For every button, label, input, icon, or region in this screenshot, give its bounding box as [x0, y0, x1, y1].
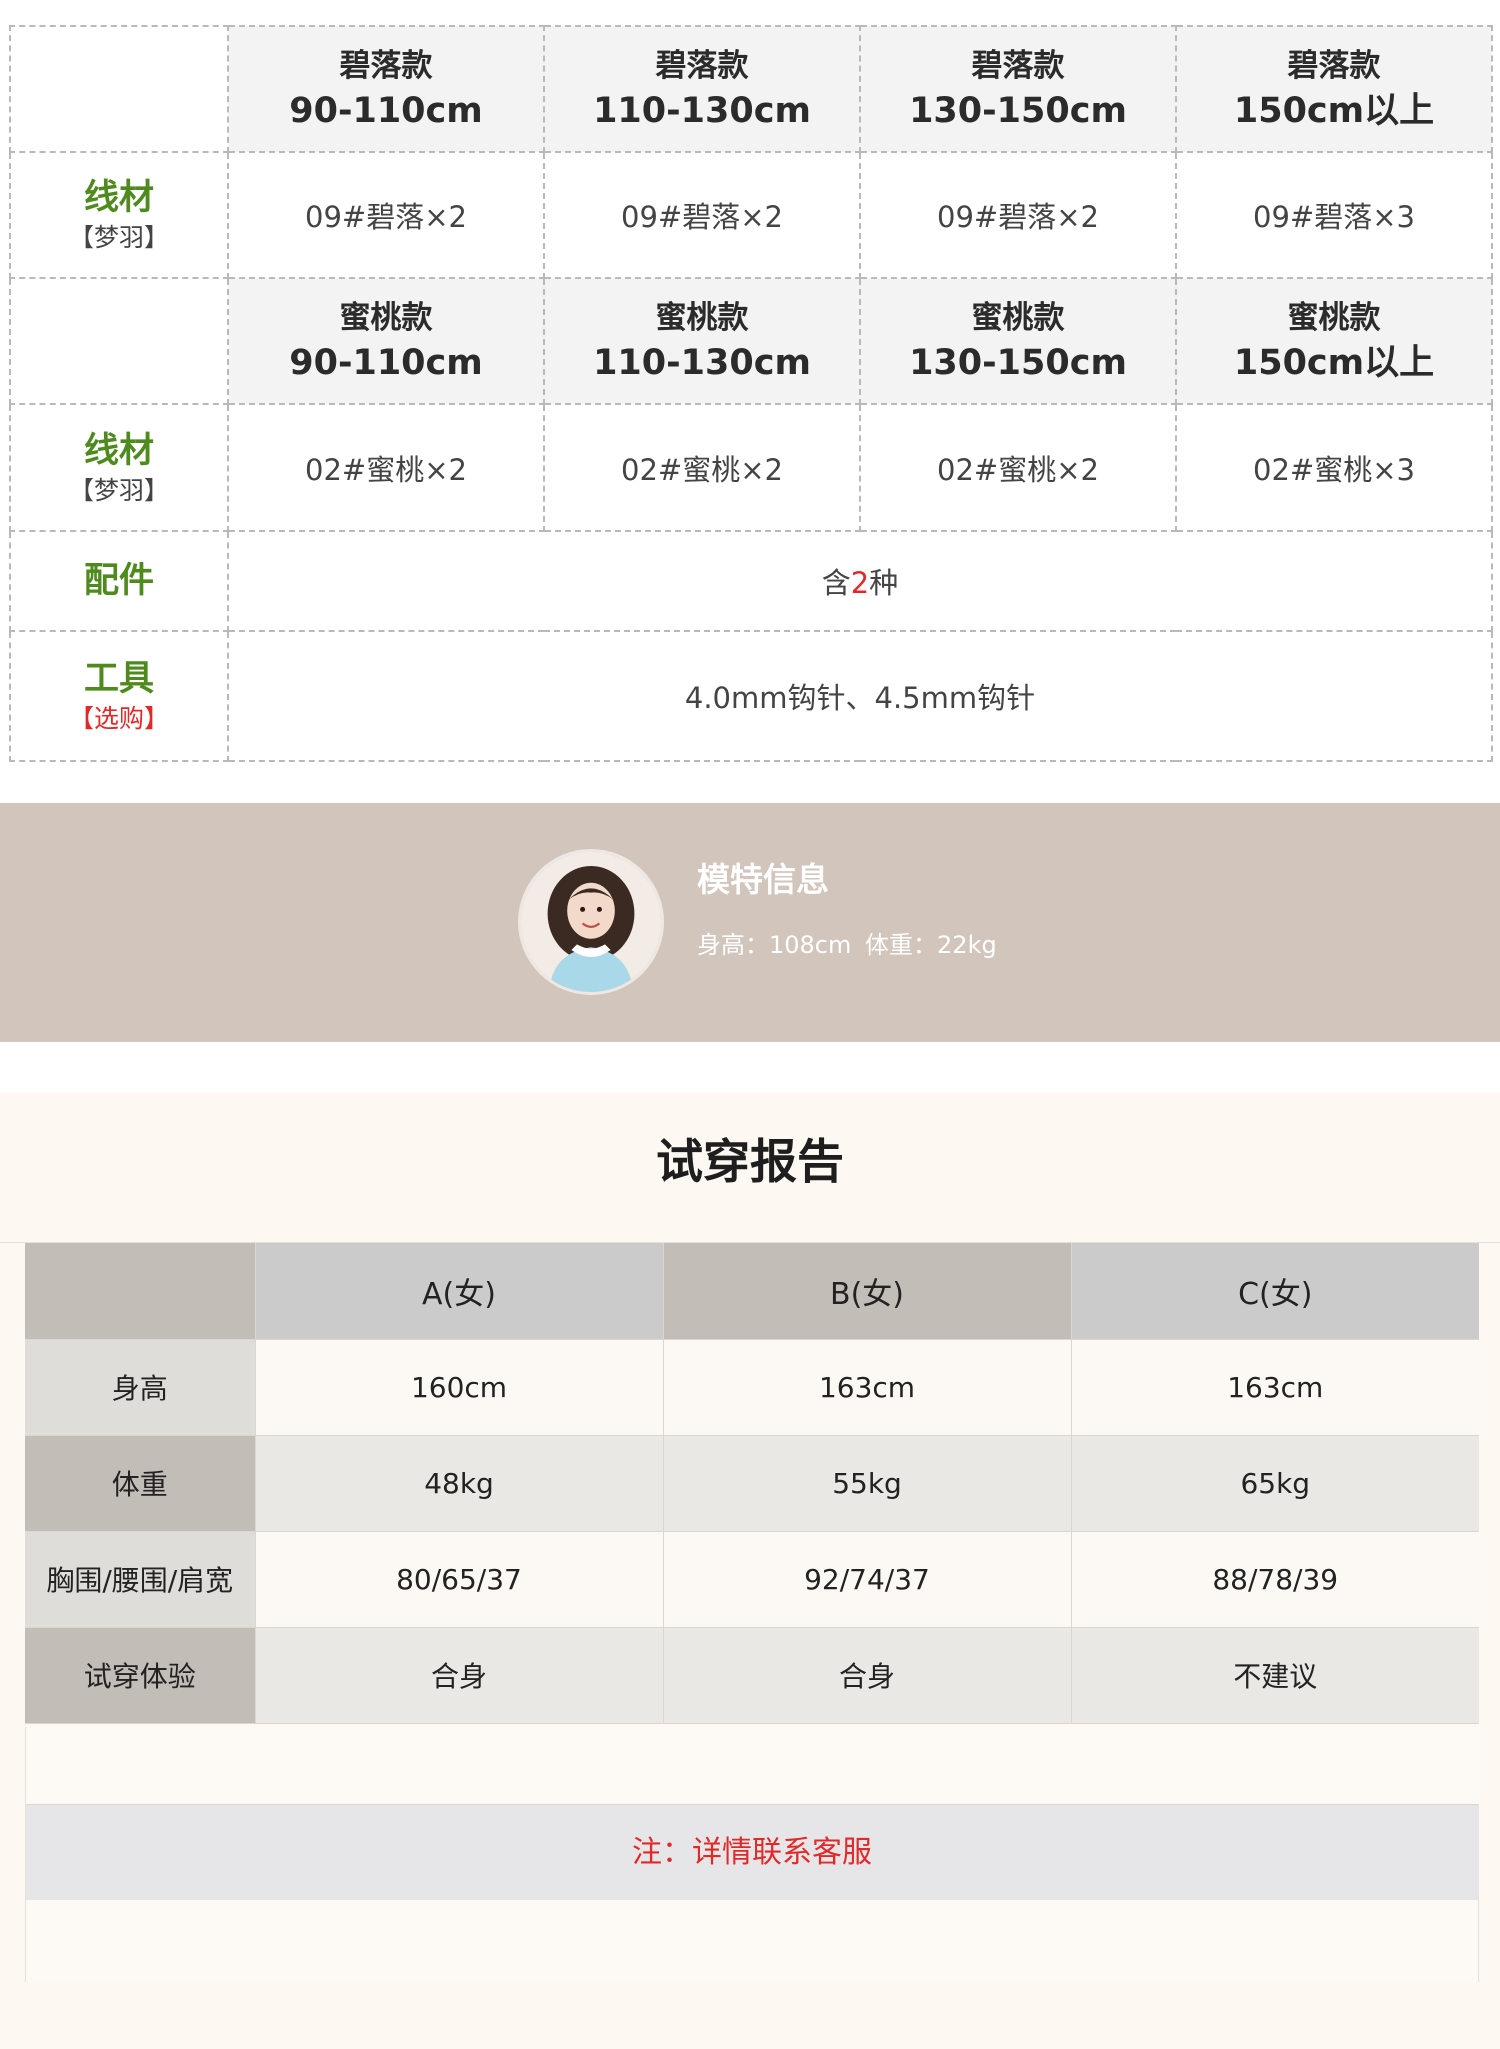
yarn-sublabel: 【梦羽】: [68, 475, 169, 505]
size-range: 130-150cm: [909, 91, 1127, 131]
row-label: 配件: [9, 530, 229, 632]
empty-cell: [9, 277, 229, 405]
divider: [25, 1727, 26, 1982]
contact-note: 注：详情联系客服: [25, 1805, 1479, 1900]
accessories-prefix: 含: [821, 566, 851, 600]
table-cell: 65kg: [1071, 1435, 1479, 1532]
size-range: 130-150cm: [909, 343, 1127, 383]
accessories-row: 配件 含2种: [9, 530, 1493, 632]
yarn-sublabel: 【梦羽】: [68, 223, 169, 252]
table-cell: 55kg: [663, 1435, 1072, 1532]
row-header: 体重: [25, 1435, 256, 1532]
accessories-suffix: 种: [869, 566, 899, 600]
table-cell: 80/65/37: [255, 1531, 664, 1628]
report-title: 试穿报告: [0, 1093, 1500, 1243]
size-range: 110-130cm: [593, 91, 811, 131]
yarn-value: 09#碧落×3: [1175, 151, 1493, 279]
model-avatar: [518, 849, 664, 995]
table-cell: 48kg: [255, 1435, 664, 1532]
size-header: 蜜桃款 90-110cm: [227, 277, 545, 405]
size-header: 碧落款 150cm以上: [1175, 25, 1493, 153]
style-name: 蜜桃款: [655, 300, 749, 336]
model-weight: 体重：22kg: [865, 931, 997, 959]
bilu-header-row: 碧落款 90-110cm 碧落款 110-130cm 碧落款 130-150cm…: [9, 25, 1493, 153]
tools-row: 工具 【选购】 4.0mm钩针、4.5mm钩针: [9, 630, 1493, 762]
accessories-label: 配件: [83, 561, 154, 601]
size-range: 90-110cm: [289, 91, 483, 131]
tools-value: 4.0mm钩针、4.5mm钩针: [227, 630, 1493, 762]
size-header: 蜜桃款 110-130cm: [543, 277, 861, 405]
yarn-value: 02#蜜桃×3: [1175, 403, 1493, 532]
table-cell: 163cm: [663, 1339, 1072, 1436]
table-cell: 合身: [255, 1627, 664, 1724]
bilu-yarn-row: 线材 【梦羽】 09#碧落×2 09#碧落×2 09#碧落×2 09#碧落×3: [9, 151, 1493, 279]
table-cell: 163cm: [1071, 1339, 1479, 1436]
mitao-yarn-row: 线材 【梦羽】 02#蜜桃×2 02#蜜桃×2 02#蜜桃×2 02#蜜桃×3: [9, 403, 1493, 532]
size-range: 110-130cm: [593, 343, 811, 383]
yarn-value: 09#碧落×2: [859, 151, 1177, 279]
yarn-value: 02#蜜桃×2: [543, 403, 861, 532]
column-header: B(女): [663, 1243, 1072, 1340]
materials-table: 碧落款 90-110cm 碧落款 110-130cm 碧落款 130-150cm…: [9, 25, 1493, 762]
size-header: 碧落款 110-130cm: [543, 25, 861, 153]
report-table: A(女) B(女) C(女) 身高 160cm 163cm 163cm 体重 4…: [25, 1243, 1479, 1724]
style-name: 蜜桃款: [971, 300, 1065, 336]
style-name: 碧落款: [339, 48, 433, 84]
column-header: C(女): [1071, 1243, 1479, 1340]
row-label: 工具 【选购】: [9, 630, 229, 762]
yarn-label: 线材: [83, 178, 154, 218]
style-name: 碧落款: [971, 48, 1065, 84]
row-header: 胸围/腰围/肩宽: [25, 1531, 256, 1628]
row-label: 线材 【梦羽】: [9, 151, 229, 279]
table-cell: 88/78/39: [1071, 1531, 1479, 1628]
size-header: 碧落款 130-150cm: [859, 25, 1177, 153]
table-row: 试穿体验 合身 合身 不建议: [25, 1627, 1479, 1724]
accessories-count: 2: [850, 566, 870, 600]
tools-sublabel: 【选购】: [68, 704, 169, 733]
model-info-band: 模特信息 身高：108cm 体重：22kg: [0, 803, 1500, 1042]
mitao-header-row: 蜜桃款 90-110cm 蜜桃款 110-130cm 蜜桃款 130-150cm…: [9, 277, 1493, 405]
yarn-value: 09#碧落×2: [227, 151, 545, 279]
size-range: 150cm以上: [1233, 91, 1435, 131]
tools-label: 工具: [83, 659, 154, 699]
table-cell: 不建议: [1071, 1627, 1479, 1724]
report-header-row: A(女) B(女) C(女): [25, 1243, 1479, 1340]
size-header: 碧落款 90-110cm: [227, 25, 545, 153]
style-name: 蜜桃款: [339, 300, 433, 336]
size-range: 90-110cm: [289, 343, 483, 383]
table-row: 胸围/腰围/肩宽 80/65/37 92/74/37 88/78/39: [25, 1531, 1479, 1628]
size-header: 蜜桃款 150cm以上: [1175, 277, 1493, 405]
size-range: 150cm以上: [1233, 343, 1435, 383]
yarn-value: 02#蜜桃×2: [859, 403, 1177, 532]
style-name: 碧落款: [1287, 48, 1381, 84]
blank-row: [25, 1727, 1479, 1805]
blank-row: [25, 1900, 1479, 1982]
yarn-label: 线材: [83, 430, 154, 471]
table-row: 身高 160cm 163cm 163cm: [25, 1339, 1479, 1436]
yarn-value: 02#蜜桃×2: [227, 403, 545, 532]
model-measurements: 身高：108cm 体重：22kg: [697, 925, 1003, 960]
row-header: 试穿体验: [25, 1627, 256, 1724]
corner-cell: [25, 1243, 256, 1340]
table-cell: 92/74/37: [663, 1531, 1072, 1628]
row-header: 身高: [25, 1339, 256, 1436]
style-name: 蜜桃款: [1287, 300, 1381, 336]
table-row: 体重 48kg 55kg 65kg: [25, 1435, 1479, 1532]
model-height: 身高：108cm: [697, 931, 852, 959]
accessories-value: 含2种: [227, 530, 1493, 632]
child-portrait-icon: [521, 852, 661, 992]
yarn-value: 09#碧落×2: [543, 151, 861, 279]
empty-cell: [9, 25, 229, 153]
model-title: 模特信息: [697, 860, 829, 899]
column-header: A(女): [255, 1243, 664, 1340]
row-label: 线材 【梦羽】: [9, 403, 229, 532]
size-header: 蜜桃款 130-150cm: [859, 277, 1177, 405]
table-cell: 160cm: [255, 1339, 664, 1436]
table-cell: 合身: [663, 1627, 1072, 1724]
style-name: 碧落款: [655, 48, 749, 84]
